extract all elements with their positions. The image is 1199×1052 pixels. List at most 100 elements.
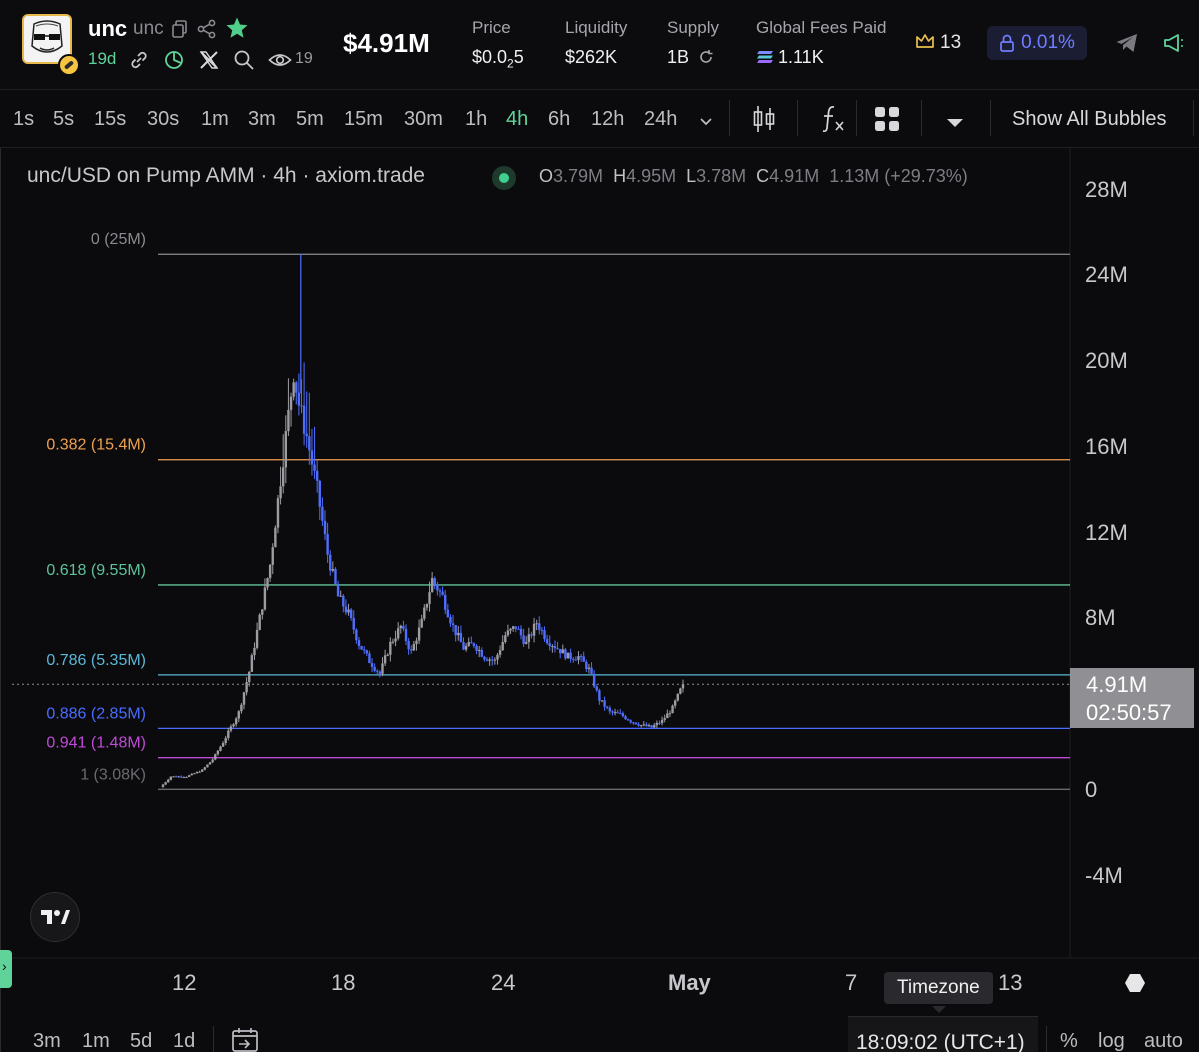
candle-body — [470, 642, 473, 644]
x-twitter-icon[interactable] — [198, 49, 220, 76]
toolbar-divider — [1193, 100, 1194, 136]
candle-body — [535, 623, 538, 625]
candle-body — [428, 592, 431, 604]
candle-body — [483, 656, 486, 660]
tradingview-logo-icon[interactable] — [30, 892, 80, 942]
timeframe-15s[interactable]: 15s — [94, 108, 126, 131]
candle-body — [297, 392, 301, 406]
bottom-divider — [1046, 1026, 1047, 1052]
pie-chart-icon[interactable] — [163, 49, 185, 76]
candle-body — [415, 640, 418, 644]
chevron-down-icon[interactable] — [699, 114, 713, 132]
candle-body — [493, 659, 497, 661]
candle-body — [342, 595, 345, 607]
candle-body — [216, 750, 220, 755]
star-icon[interactable] — [225, 16, 249, 45]
auto-toggle[interactable]: auto — [1144, 1030, 1183, 1052]
timeframe-1s[interactable]: 1s — [13, 108, 34, 131]
timeframe-5s[interactable]: 5s — [53, 108, 74, 131]
timeframe-4h[interactable]: 4h — [506, 108, 528, 131]
candle-body — [190, 773, 193, 776]
candle-body — [363, 649, 366, 651]
y-axis-label: 20M — [1085, 348, 1128, 373]
candle-body — [318, 480, 321, 507]
timeframe-12h[interactable]: 12h — [591, 108, 624, 131]
toolbar-divider — [797, 100, 798, 136]
toolbar-divider — [921, 100, 922, 136]
timeframe-1m[interactable]: 1m — [201, 108, 229, 131]
timeframe-15m[interactable]: 15m — [344, 108, 383, 131]
candle-body — [566, 652, 570, 659]
search-icon[interactable] — [233, 49, 255, 76]
range-3m[interactable]: 3m — [33, 1030, 61, 1052]
token-age: 19d — [88, 49, 117, 68]
candle-body — [462, 642, 465, 650]
caret-down-icon[interactable] — [946, 115, 964, 133]
candle-body — [663, 718, 666, 720]
fee-badge[interactable]: 0.01% — [987, 26, 1087, 60]
candle-body — [467, 642, 470, 646]
timeframe-1h[interactable]: 1h — [465, 108, 487, 131]
link-icon[interactable] — [128, 49, 150, 76]
clock-timezone[interactable]: 18:09:02 (UTC+1) — [848, 1016, 1038, 1052]
x-axis-label: May — [668, 970, 711, 995]
timeframe-30m[interactable]: 30m — [404, 108, 443, 131]
range-5d[interactable]: 5d — [130, 1030, 152, 1052]
bottom-divider — [213, 1026, 214, 1052]
candle-body — [399, 625, 402, 629]
candle-body — [208, 762, 212, 765]
chart-canvas[interactable]: 0 (25M) 0.382 (15.4M) 0.618 (9.55M) 0.786 (… — [0, 148, 1199, 1052]
candle-body — [355, 629, 358, 641]
share-icon[interactable] — [197, 19, 217, 44]
candle-body — [329, 554, 332, 571]
candle-body — [365, 650, 369, 654]
ohlc-readout: O3.79M H4.95M L3.78M C4.91M 1.13M (+29.7… — [539, 166, 968, 186]
candle-body — [587, 667, 591, 670]
candle-body — [300, 405, 303, 407]
lock-icon — [1000, 34, 1014, 52]
show-all-bubbles-button[interactable]: Show All Bubbles — [1012, 108, 1167, 131]
candles-icon[interactable] — [752, 104, 776, 139]
timeframe-6h[interactable]: 6h — [548, 108, 570, 131]
y-axis-label: 0 — [1085, 777, 1098, 802]
candle-body — [268, 564, 272, 579]
layout-grid-icon[interactable] — [874, 106, 900, 137]
candle-body — [496, 654, 499, 660]
candle-body — [558, 648, 562, 654]
percent-toggle[interactable]: % — [1060, 1030, 1078, 1052]
solana-icon — [757, 51, 773, 63]
x-axis-label: 12 — [172, 970, 197, 995]
refresh-icon[interactable] — [698, 49, 714, 65]
timeframe-30s[interactable]: 30s — [147, 108, 179, 131]
top-holders-count[interactable]: 13 — [915, 32, 961, 54]
side-panel-toggle[interactable] — [0, 950, 12, 988]
megaphone-icon[interactable] — [1163, 32, 1185, 59]
candle-body — [671, 705, 674, 714]
timeframe-24h[interactable]: 24h — [644, 108, 677, 131]
candle-body — [378, 671, 382, 674]
token-ticker: unc — [88, 16, 128, 41]
copy-icon[interactable] — [172, 20, 188, 43]
settings-hexagon-icon[interactable] — [1124, 972, 1146, 999]
crown-icon — [916, 34, 934, 48]
toolbar-divider — [729, 100, 730, 136]
candle-body — [616, 712, 619, 714]
telegram-icon[interactable] — [1115, 32, 1139, 59]
candle-body — [655, 722, 659, 726]
price-chart[interactable]: 0 (25M) 0.382 (15.4M) 0.618 (9.55M) 0.786 (… — [0, 148, 1199, 1052]
log-toggle[interactable]: log — [1098, 1030, 1125, 1052]
candle-body — [553, 646, 557, 649]
candle-body — [266, 578, 269, 588]
candle-body — [451, 623, 455, 626]
indicators-fx-icon[interactable] — [820, 104, 846, 139]
timeframe-5m[interactable]: 5m — [296, 108, 324, 131]
range-1d[interactable]: 1d — [173, 1030, 195, 1052]
timeframe-3m[interactable]: 3m — [248, 108, 276, 131]
candle-body — [302, 405, 306, 434]
goto-date-icon[interactable] — [231, 1028, 259, 1052]
candle-body — [229, 726, 233, 731]
range-1m[interactable]: 1m — [82, 1030, 110, 1052]
candle-body — [263, 587, 267, 610]
market-cap: $4.91M — [343, 28, 430, 58]
candle-body — [632, 722, 635, 724]
